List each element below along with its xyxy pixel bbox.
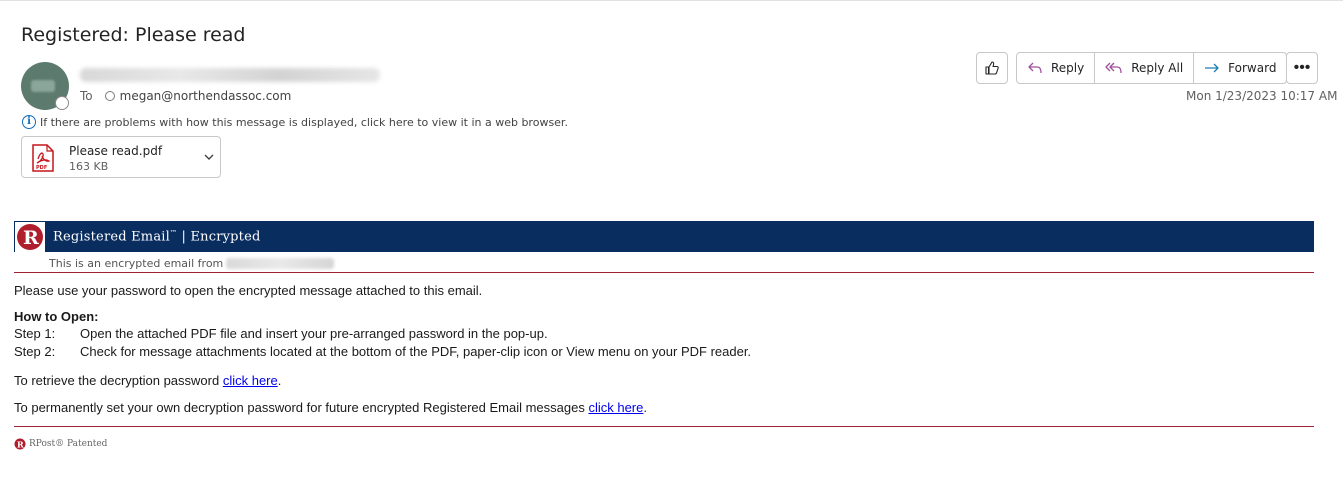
retrieve-end: .: [277, 373, 282, 388]
chevron-down-icon[interactable]: [203, 151, 215, 163]
reply-button[interactable]: Reply: [1017, 53, 1096, 83]
reply-icon: [1028, 62, 1042, 74]
rpost-small-logo-icon: R: [14, 438, 26, 450]
sender-name-redacted: [80, 68, 380, 82]
retrieve-text: To retrieve the decryption password: [14, 373, 223, 388]
reply-label: Reply: [1051, 61, 1085, 75]
retrieve-password-link[interactable]: click here: [223, 373, 278, 388]
divider-top: [14, 272, 1314, 273]
info-banner[interactable]: i If there are problems with how this me…: [22, 115, 568, 129]
step-2-text: Check for message attachments located at…: [80, 344, 752, 359]
rpost-footer: R RPost® Patented: [14, 438, 107, 450]
svg-text:PDF: PDF: [36, 165, 47, 171]
banner-title-part2: Encrypted: [190, 229, 261, 245]
divider-bottom: [14, 426, 1314, 427]
info-message[interactable]: If there are problems with how this mess…: [40, 116, 568, 129]
svg-text:R: R: [23, 227, 39, 249]
svg-text:R: R: [17, 440, 24, 450]
footer-text: RPost® Patented: [29, 439, 108, 449]
step-1: Step 1: Open the attached PDF file and i…: [14, 326, 548, 341]
more-actions-button[interactable]: •••: [1286, 52, 1318, 84]
encrypted-from-text: This is an encrypted email from: [49, 257, 224, 270]
permanent-text: To permanently set your own decryption p…: [14, 400, 589, 415]
email-subject: Registered: Please read: [21, 24, 246, 46]
attachment-name: Please read.pdf: [69, 144, 163, 158]
registered-email-banner: R Registered Email™ | Encrypted: [14, 221, 1314, 252]
permanent-end: .: [643, 400, 647, 415]
reply-all-button[interactable]: Reply All: [1095, 53, 1195, 83]
recipient-presence-icon: [104, 91, 115, 101]
rpost-logo-icon: R: [15, 221, 45, 252]
banner-title-part1: Registered Email: [53, 229, 170, 245]
step-2-label: Step 2:: [14, 344, 56, 359]
encrypted-from-line: This is an encrypted email from: [49, 257, 335, 270]
attachment-size: 163 KB: [69, 160, 109, 173]
step-1-text: Open the attached PDF file and insert yo…: [80, 326, 548, 341]
like-button[interactable]: [976, 52, 1008, 84]
how-to-open-heading: How to Open:: [14, 309, 99, 324]
info-icon: i: [22, 115, 36, 129]
to-label: To: [80, 89, 93, 103]
forward-arrow-icon: [1205, 63, 1219, 73]
reply-all-icon: [1105, 62, 1122, 74]
email-date: Mon 1/23/2023 10:17 AM: [1186, 89, 1338, 103]
reply-all-label: Reply All: [1131, 61, 1184, 75]
sender-redacted: [226, 258, 335, 269]
thumbs-up-icon: [985, 61, 999, 75]
step-2: Step 2: Check for message attachments lo…: [14, 344, 751, 359]
retrieve-password-line: To retrieve the decryption password clic…: [14, 373, 281, 388]
forward-label: Forward: [1228, 61, 1277, 75]
set-password-line: To permanently set your own decryption p…: [14, 400, 647, 415]
recipient-address[interactable]: megan@northendassoc.com: [120, 89, 292, 103]
step-1-label: Step 1:: [14, 326, 56, 341]
reply-actions-group: Reply Reply All Forward: [1016, 52, 1288, 84]
pdf-icon: PDF: [32, 144, 54, 172]
recipient-line: To megan@northendassoc.com: [80, 89, 291, 103]
banner-title: Registered Email™ | Encrypted: [53, 229, 261, 244]
set-password-link[interactable]: click here: [588, 400, 643, 415]
forward-button[interactable]: Forward: [1194, 53, 1286, 83]
banner-separator: |: [177, 229, 191, 245]
window-top-border: [0, 0, 1343, 1]
attachment-card[interactable]: PDF Please read.pdf 163 KB: [21, 136, 221, 178]
instruction-text: Please use your password to open the enc…: [14, 283, 483, 298]
presence-status-icon: [55, 96, 69, 110]
